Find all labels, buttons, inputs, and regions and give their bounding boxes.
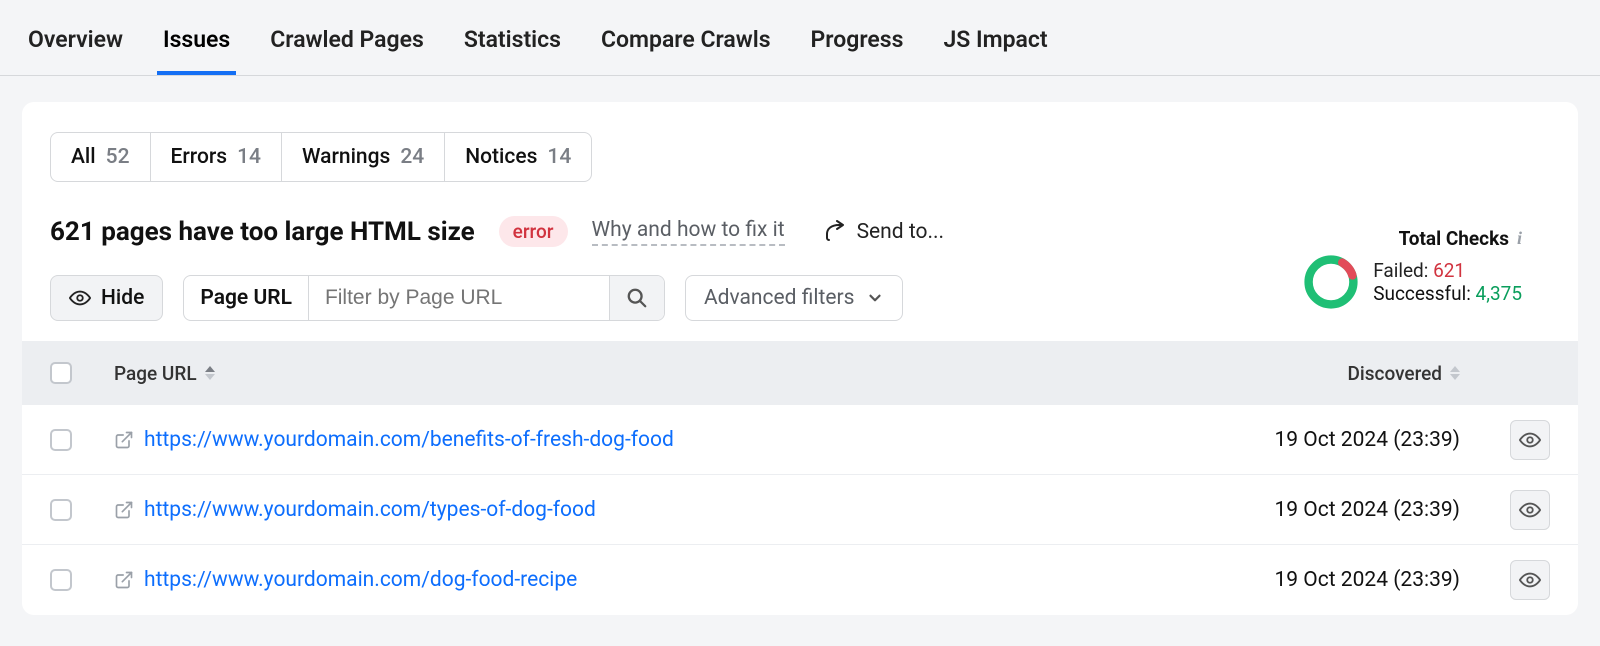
severity-badge: error	[499, 216, 568, 247]
share-arrow-icon	[823, 220, 847, 244]
issue-type-filter: All 52 Errors 14 Warnings 24 Notices 14	[50, 132, 592, 182]
tab-issues[interactable]: Issues	[157, 0, 236, 75]
issues-panel: All 52 Errors 14 Warnings 24 Notices 14 …	[22, 102, 1578, 615]
page-url-input[interactable]	[309, 276, 609, 320]
view-details-button[interactable]	[1510, 420, 1550, 460]
advanced-filters-label: Advanced filters	[704, 286, 854, 310]
failed-count: 621	[1433, 259, 1465, 282]
sort-icon	[1450, 366, 1460, 380]
tab-statistics[interactable]: Statistics	[458, 0, 567, 75]
page-url-link[interactable]: https://www.yourdomain.com/benefits-of-f…	[114, 428, 674, 452]
search-icon	[626, 287, 648, 309]
filter-label: All	[71, 145, 96, 169]
filter-count: 14	[547, 145, 571, 169]
column-discovered[interactable]: Discovered	[1200, 362, 1460, 385]
column-label: Page URL	[114, 362, 197, 385]
filter-errors[interactable]: Errors 14	[151, 133, 282, 181]
main-tabs: Overview Issues Crawled Pages Statistics…	[0, 0, 1600, 76]
filter-label: Notices	[465, 145, 537, 169]
eye-icon	[1519, 429, 1541, 451]
tab-crawled-pages[interactable]: Crawled Pages	[264, 0, 430, 75]
advanced-filters-button[interactable]: Advanced filters	[685, 275, 903, 321]
page-url-text: https://www.yourdomain.com/types-of-dog-…	[144, 498, 596, 522]
why-how-link[interactable]: Why and how to fix it	[592, 218, 785, 246]
view-details-button[interactable]	[1510, 490, 1550, 530]
sort-icon	[205, 366, 215, 380]
row-checkbox[interactable]	[50, 569, 72, 591]
page-url-text: https://www.yourdomain.com/benefits-of-f…	[144, 428, 674, 452]
filter-warnings[interactable]: Warnings 24	[282, 133, 445, 181]
page-url-link[interactable]: https://www.yourdomain.com/types-of-dog-…	[114, 498, 596, 522]
issue-title: 621 pages have too large HTML size	[50, 217, 475, 247]
filter-all[interactable]: All 52	[51, 133, 151, 181]
page-url-filter: Page URL	[183, 275, 665, 321]
table-row: https://www.yourdomain.com/benefits-of-f…	[22, 405, 1578, 475]
tab-js-impact[interactable]: JS Impact	[937, 0, 1053, 75]
filter-notices[interactable]: Notices 14	[445, 133, 591, 181]
table-row: https://www.yourdomain.com/types-of-dog-…	[22, 475, 1578, 545]
hide-button[interactable]: Hide	[50, 275, 163, 321]
send-to-button[interactable]: Send to...	[823, 220, 945, 244]
row-checkbox[interactable]	[50, 499, 72, 521]
table-header: Page URL Discovered	[22, 341, 1578, 405]
column-label: Discovered	[1348, 362, 1443, 385]
total-checks: Total Checks i Failed: 621 Succe	[1303, 227, 1522, 310]
page-url-filter-label[interactable]: Page URL	[184, 276, 309, 320]
tab-compare-crawls[interactable]: Compare Crawls	[595, 0, 777, 75]
chevron-down-icon	[866, 289, 884, 307]
filter-label: Errors	[171, 145, 228, 169]
page-url-link[interactable]: https://www.yourdomain.com/dog-food-reci…	[114, 568, 577, 592]
failed-label: Failed:	[1373, 259, 1428, 282]
external-link-icon	[114, 500, 134, 520]
view-details-button[interactable]	[1510, 560, 1550, 600]
total-checks-label: Total Checks	[1399, 227, 1509, 250]
tab-overview[interactable]: Overview	[22, 0, 129, 75]
successful-count: 4,375	[1476, 282, 1522, 305]
row-checkbox[interactable]	[50, 429, 72, 451]
filter-count: 52	[106, 145, 130, 169]
filter-count: 24	[400, 145, 424, 169]
hide-label: Hide	[101, 286, 144, 310]
discovered-date: 19 Oct 2024 (23:39)	[1274, 498, 1460, 522]
checks-donut-icon	[1303, 254, 1359, 310]
discovered-date: 19 Oct 2024 (23:39)	[1274, 568, 1460, 592]
select-all-checkbox[interactable]	[50, 362, 72, 384]
filter-label: Warnings	[302, 145, 390, 169]
discovered-date: 19 Oct 2024 (23:39)	[1274, 428, 1460, 452]
controls-row: Hide Page URL Advanced filters Total Che…	[50, 275, 1550, 321]
info-icon[interactable]: i	[1517, 228, 1522, 249]
search-button[interactable]	[609, 276, 664, 320]
eye-icon	[1519, 569, 1541, 591]
send-to-label: Send to...	[857, 220, 945, 244]
filter-count: 14	[237, 145, 261, 169]
external-link-icon	[114, 570, 134, 590]
column-page-url[interactable]: Page URL	[102, 362, 1200, 385]
external-link-icon	[114, 430, 134, 450]
table-row: https://www.yourdomain.com/dog-food-reci…	[22, 545, 1578, 615]
eye-icon	[1519, 499, 1541, 521]
tab-progress[interactable]: Progress	[805, 0, 910, 75]
page-url-text: https://www.yourdomain.com/dog-food-reci…	[144, 568, 577, 592]
successful-label: Successful:	[1373, 282, 1471, 305]
eye-icon	[69, 287, 91, 309]
